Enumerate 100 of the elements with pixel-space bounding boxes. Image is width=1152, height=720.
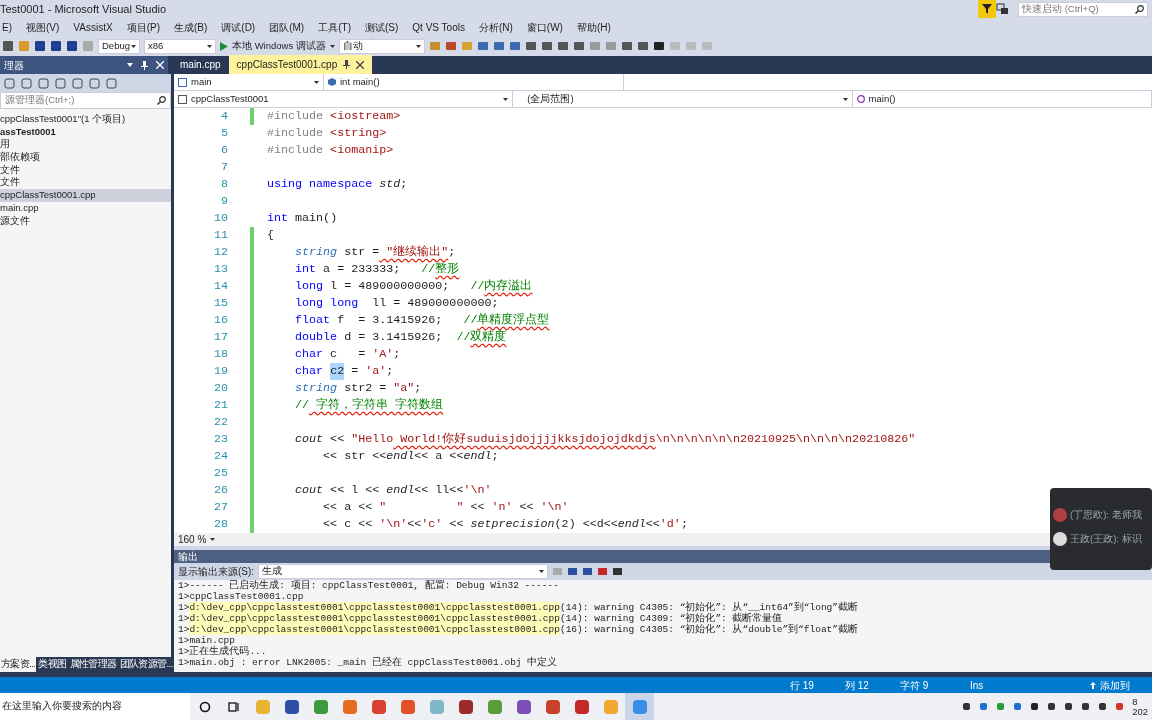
code-token: "a" (392, 380, 415, 397)
document-tab[interactable]: main.cpp (172, 55, 229, 74)
toolbar-icon[interactable] (620, 40, 633, 52)
caret-icon (329, 44, 335, 48)
panel-tab[interactable]: 属性管理器 (68, 657, 118, 672)
menu-item[interactable]: 团队(M) (269, 19, 305, 35)
code-token: << (448, 516, 464, 533)
toolbar-icon[interactable] (2, 40, 14, 52)
toolbar-icon[interactable] (567, 566, 579, 577)
menu-item[interactable]: E) (2, 19, 12, 35)
code-token: <iomanip> (329, 142, 394, 159)
status-text: 行 19 (790, 678, 815, 693)
caret-icon (415, 44, 421, 48)
function-dropdown[interactable]: main() (852, 91, 1152, 107)
document-tab[interactable]: cppClassTest0001.cpp (228, 55, 373, 74)
menu-item[interactable]: 视图(V) (26, 19, 60, 35)
pin-icon[interactable] (343, 60, 351, 69)
tree-item[interactable]: 用 (0, 138, 171, 152)
caret-icon (503, 97, 509, 101)
tree-item[interactable]: main.cpp (0, 201, 171, 215)
file-link[interactable]: d:\dev_cpp\cppclasstest0001\cppclasstest0001\cppclasstest0001.cpp (189, 624, 560, 635)
menu-item[interactable]: Qt VS Tools (412, 19, 465, 35)
run-button[interactable]: 本地 Windows 调试器 (220, 38, 326, 54)
toolbar-icon[interactable] (612, 566, 624, 577)
tree-item[interactable]: cppClassTest0001.cpp (0, 189, 171, 202)
status-text: 列 12 (845, 678, 870, 693)
file-link[interactable]: d:\dev_cpp\cppclasstest0001\cppclasstest0001\cppclasstest0001.cpp (189, 613, 560, 624)
code-token: setprecision (469, 516, 555, 533)
tree-item[interactable]: 文件 (0, 163, 171, 177)
code-token: << a << (322, 499, 373, 516)
code-token: 整形 (435, 261, 460, 278)
taskbar-search-field[interactable]: 在这里输入你要搜索的内容 (0, 693, 190, 720)
filter-icon[interactable] (978, 0, 996, 18)
line-number: 26 (212, 482, 229, 499)
toolbar-icon[interactable] (50, 40, 62, 52)
toolbar-icon[interactable] (582, 566, 594, 577)
search-icon (1135, 4, 1144, 14)
project-dropdown[interactable]: cppClassTest0001 (174, 91, 514, 107)
toolbar-icon[interactable] (572, 40, 585, 52)
panel-tab[interactable]: 方案资... (0, 657, 37, 672)
panel-title: 理器 (4, 58, 24, 73)
code-token: // (469, 278, 485, 295)
app-icon (457, 698, 474, 715)
code-token: " " (378, 499, 464, 516)
caret-icon (207, 44, 212, 48)
code-token: main() (294, 210, 338, 227)
toolbar-icon[interactable] (636, 40, 649, 52)
publish-button[interactable]: 添加到 (1090, 677, 1130, 693)
platform-dropdown[interactable]: x86 (144, 38, 216, 54)
close-icon[interactable] (356, 60, 365, 69)
code-token: \n\n\n\n\n\n20210925\n\n\n\n20210826" (655, 431, 916, 448)
toolbar-icon[interactable] (540, 40, 553, 52)
source-dropdown[interactable]: 生成 (258, 564, 549, 579)
menu-item[interactable]: VAssistX (73, 19, 113, 35)
code-token: double (294, 329, 338, 346)
run-mode-dropdown[interactable]: 自动 (338, 38, 425, 54)
menu-item[interactable]: 项目(P) (126, 19, 160, 35)
menu-item[interactable]: 窗口(W) (526, 19, 563, 35)
menu-item[interactable]: 分析(N) (478, 19, 513, 35)
code-token: 单精度浮点型 (477, 312, 550, 329)
line-number: 24 (212, 448, 229, 465)
search-field[interactable]: 源管理器(Ctrl+;) (0, 92, 171, 109)
code-token: d = 3.1415926; (343, 329, 443, 346)
range-dropdown[interactable]: (全局范围) (513, 91, 853, 107)
code-token: ; (414, 380, 422, 397)
toolbar-icon[interactable] (556, 40, 569, 52)
menu-item[interactable]: 调试(D) (221, 19, 256, 35)
app-icon (341, 698, 358, 715)
code-token: #include (267, 108, 324, 125)
member-dropdown[interactable]: int main() (324, 74, 624, 90)
output-line: 1>cppClassTest0001.cpp (177, 591, 305, 602)
menu-item[interactable]: 测试(S) (365, 19, 399, 35)
zoom-dropdown[interactable]: 160 % (178, 532, 216, 547)
app-icon (283, 698, 300, 715)
line-number: 9 (220, 193, 229, 210)
toolbar-icon[interactable] (524, 40, 537, 52)
task-view-icon[interactable] (227, 700, 240, 713)
line-number: 5 (220, 125, 229, 142)
toolbar-icon[interactable] (66, 40, 78, 52)
tree-item[interactable]: 文件 (0, 176, 171, 190)
toolbar-icon[interactable] (34, 40, 46, 52)
tree-item[interactable]: 源文件 (0, 214, 171, 228)
panel-tab[interactable]: 类视图 (37, 657, 68, 672)
dropdown-icon[interactable] (127, 63, 133, 67)
toolbar-icon[interactable] (652, 40, 665, 52)
menu-item[interactable]: 工具(T) (318, 19, 351, 35)
menu-item[interactable]: 帮助(H) (576, 19, 611, 35)
tree-item[interactable]: cppClassTest0001"(1 个项目) (0, 113, 171, 126)
file-link[interactable]: d:\dev_cpp\cppclasstest0001\cppclasstest0001\cppclasstest0001.cpp (189, 602, 560, 613)
tree-item[interactable]: assTest0001 (0, 125, 171, 139)
pin-icon[interactable] (141, 60, 148, 70)
menu-item[interactable]: 生成(B) (173, 19, 208, 35)
tree-item[interactable]: 部依赖项 (0, 151, 171, 164)
panel-tab[interactable]: 团队资源管... (118, 657, 174, 672)
quick-launch-field[interactable]: 快速启动 (Ctrl+Q) (1018, 1, 1148, 17)
line-number: 13 (212, 261, 229, 278)
configuration-dropdown[interactable]: Debug (98, 38, 140, 54)
scope-dropdown[interactable]: main (174, 74, 324, 90)
code-token: 内存溢出 (484, 278, 533, 295)
cortana-icon[interactable] (198, 700, 211, 713)
